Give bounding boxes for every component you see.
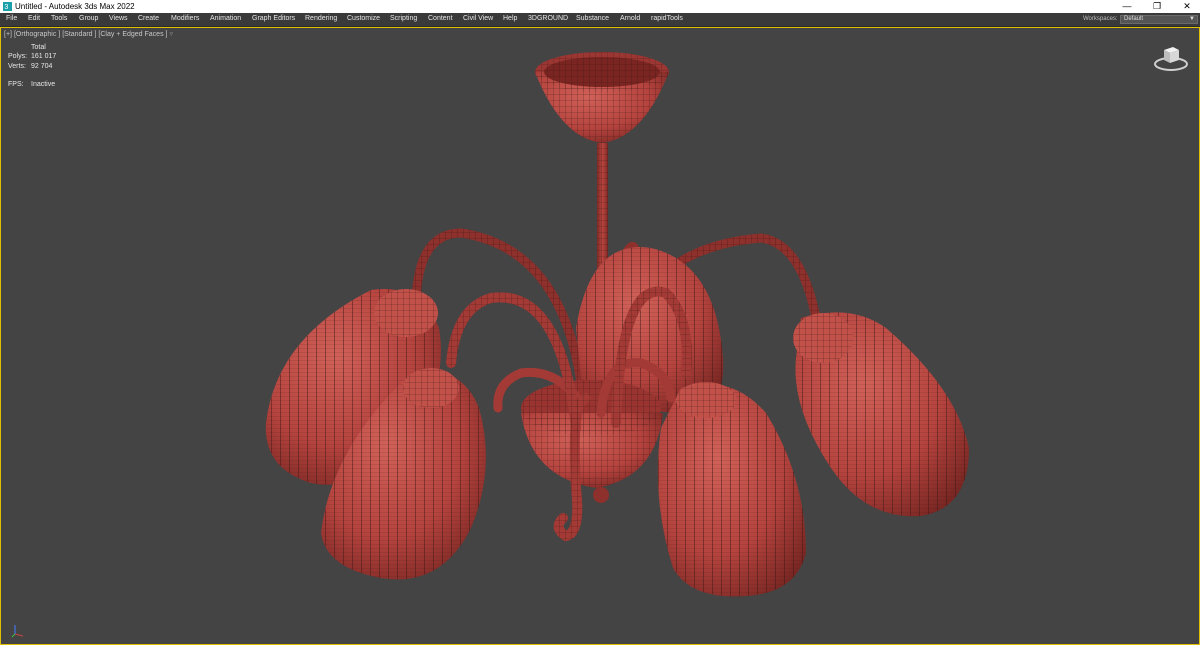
- menu-group[interactable]: Group: [79, 15, 98, 22]
- menu-modifiers[interactable]: Modifiers: [171, 15, 199, 22]
- workspaces-value: Default: [1124, 16, 1144, 22]
- menu-create[interactable]: Create: [138, 15, 159, 22]
- shade-right-front: [657, 382, 806, 597]
- chevron-down-icon: ▼: [1189, 16, 1195, 22]
- menu-customize[interactable]: Customize: [347, 15, 380, 22]
- viewport-point-of-view-menu[interactable]: [Orthographic ]: [14, 31, 60, 38]
- axis-tripod-icon: [11, 625, 24, 638]
- viewport-visual-style-menu[interactable]: [Clay + Edged Faces ]: [98, 31, 167, 38]
- perspective-viewport[interactable]: [+] [Orthographic ] [Standard ] [Clay + …: [0, 27, 1200, 645]
- menu-tools[interactable]: Tools: [51, 15, 67, 22]
- stats-polys-value: 161 017: [31, 53, 57, 61]
- menu-bar: File Edit Tools Group Views Create Modif…: [0, 13, 1200, 27]
- menu-arnold[interactable]: Arnold: [620, 15, 640, 22]
- stats-verts-label: Verts:: [8, 62, 26, 70]
- menu-edit[interactable]: Edit: [28, 15, 40, 22]
- menu-help[interactable]: Help: [503, 15, 517, 22]
- center-body: [521, 380, 663, 503]
- viewport-general-menu[interactable]: [+]: [4, 31, 12, 38]
- menu-animation[interactable]: Animation: [210, 15, 241, 22]
- menu-substance[interactable]: Substance: [576, 15, 609, 22]
- menu-content[interactable]: Content: [428, 15, 453, 22]
- viewport-shading-quality-menu[interactable]: [Standard ]: [62, 31, 96, 38]
- menu-graph-editors[interactable]: Graph Editors: [252, 15, 295, 22]
- menu-civil-view[interactable]: Civil View: [463, 15, 493, 22]
- workspaces-label: Workspaces:: [1083, 16, 1118, 22]
- 3ds-max-icon: 3: [3, 2, 12, 11]
- menu-views[interactable]: Views: [109, 15, 128, 22]
- svg-text:3: 3: [4, 2, 8, 11]
- menu-rendering[interactable]: Rendering: [305, 15, 337, 22]
- stats-total-label: Total: [31, 44, 46, 51]
- close-icon[interactable]: ✕: [1172, 0, 1200, 13]
- stats-polys-label: Polys:: [8, 53, 28, 61]
- stats-fps-label: FPS:: [8, 81, 24, 89]
- ceiling-canopy: [535, 52, 669, 143]
- menu-rapidtools[interactable]: rapidTools: [651, 15, 683, 22]
- viewport-label-menu: [+] [Orthographic ] [Standard ] [Clay + …: [4, 30, 173, 38]
- menu-file[interactable]: File: [6, 15, 17, 22]
- stats-verts-value: 92 704: [31, 62, 53, 70]
- workspaces-dropdown[interactable]: Default ▼: [1120, 15, 1198, 24]
- viewcube-icon[interactable]: [1153, 42, 1189, 74]
- stats-fps-value: Inactive: [31, 81, 56, 89]
- filter-icon[interactable]: ▿: [169, 31, 173, 38]
- restore-icon[interactable]: ❐: [1142, 0, 1172, 13]
- chandelier-mesh: [265, 52, 969, 597]
- window-title: Untitled - Autodesk 3ds Max 2022: [15, 2, 135, 11]
- title-bar: 3 Untitled - Autodesk 3ds Max 2022 — ❐ ✕: [0, 0, 1200, 13]
- minimize-icon[interactable]: —: [1112, 0, 1142, 13]
- shade-right-back: [793, 312, 969, 517]
- menu-scripting[interactable]: Scripting: [390, 15, 417, 22]
- menu-3dground[interactable]: 3DGROUND: [528, 15, 568, 22]
